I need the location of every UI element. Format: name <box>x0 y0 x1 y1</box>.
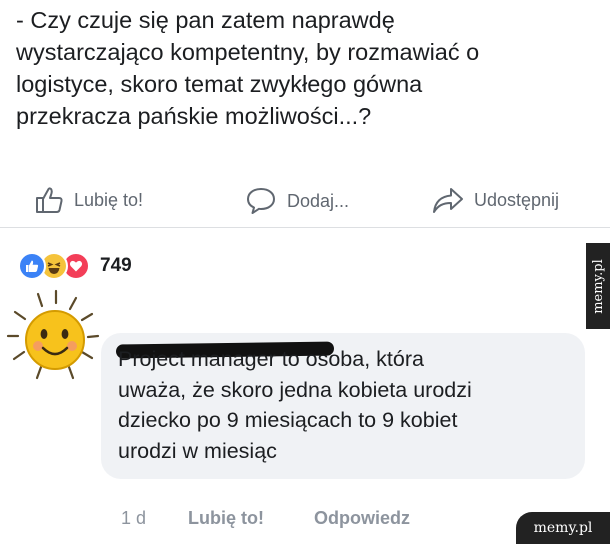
like-button[interactable]: Lubię to! <box>34 186 143 214</box>
post-text-line: przekracza pańskie możliwości...? <box>16 103 372 129</box>
watermark-side-text: memy.pl <box>590 258 606 314</box>
like-reaction-icon <box>18 252 46 280</box>
watermark-bottom-text: memy.pl <box>533 520 593 536</box>
post-text-line: wystarczająco kompetentny, by rozmawiać … <box>16 39 480 65</box>
comment-text-line: dziecko po 9 miesiącach to 9 kobiet <box>118 408 458 432</box>
post-text: - Czy czuje się pan zatem naprawdę wysta… <box>16 4 586 132</box>
speech-bubble-icon <box>245 186 277 216</box>
comment-text-line: Project manager to osoba, która <box>118 347 424 371</box>
watermark-bottom: memy.pl <box>516 512 610 544</box>
comment-like-link[interactable]: Lubię to! <box>188 508 264 529</box>
share-arrow-icon <box>432 186 464 214</box>
reaction-summary[interactable]: 749 <box>18 252 132 280</box>
post-action-bar: Lubię to! Dodaj... Udostępnij <box>0 170 610 228</box>
comment-timestamp[interactable]: 1 d <box>121 508 146 529</box>
like-button-label: Lubię to! <box>74 189 144 210</box>
comment-text: Project manager to osoba, która uważa, ż… <box>118 344 578 466</box>
post-text-line: logistyce, skoro temat zwykłego gówna <box>16 71 423 97</box>
thumbs-up-icon <box>34 186 64 214</box>
comment-text-line: uważa, że skoro jedna kobieta urodzi <box>118 377 472 402</box>
comment-button-label: Dodaj... <box>287 190 350 211</box>
comment-reply-link[interactable]: Odpowiedz <box>314 508 410 529</box>
reaction-count: 749 <box>100 255 132 276</box>
share-button-label: Udostępnij <box>474 189 560 210</box>
comment-text-line: urodzi w miesiąc <box>118 438 277 463</box>
post-text-line: - Czy czuje się pan zatem naprawdę <box>16 7 395 33</box>
sun-avatar <box>0 282 110 392</box>
share-button[interactable]: Udostępnij <box>432 186 559 214</box>
watermark-side: memy.pl <box>586 243 610 329</box>
comment-button[interactable]: Dodaj... <box>245 186 349 216</box>
